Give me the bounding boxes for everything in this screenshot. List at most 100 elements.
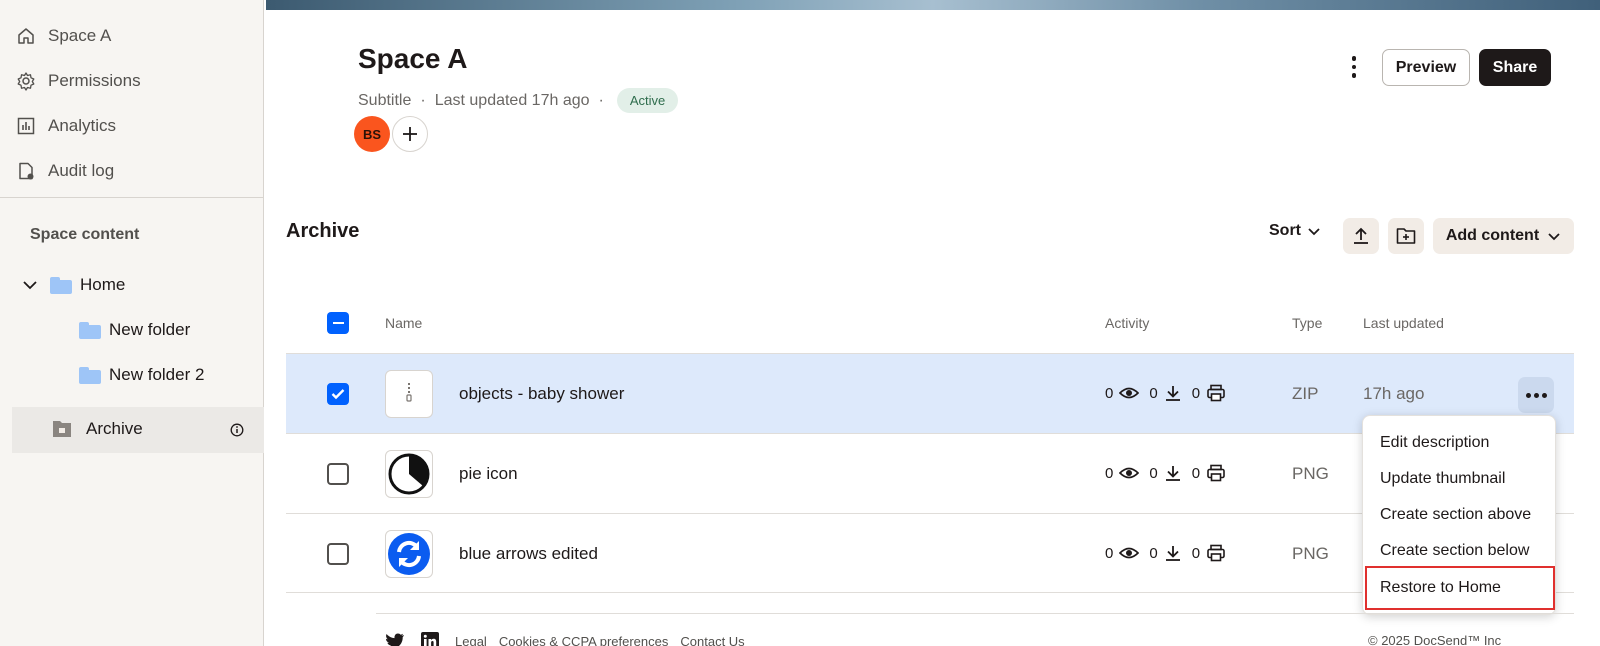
tree-item-label: Archive: [86, 419, 143, 438]
sidebar-item-label: Space A: [48, 26, 112, 45]
audit-log-icon: [16, 161, 36, 181]
column-header-activity: Activity: [1105, 315, 1150, 331]
avatar[interactable]: BS: [354, 116, 390, 152]
separator: ·: [598, 91, 604, 109]
prints-count: 0: [1191, 464, 1201, 482]
file-last-updated: 17h ago: [1363, 384, 1425, 403]
space-meta: Subtitle · Last updated 17h ago · Active: [358, 88, 679, 113]
preview-button[interactable]: Preview: [1382, 49, 1470, 86]
downloads-count: 0: [1149, 384, 1158, 402]
eye-icon: [1119, 546, 1140, 560]
file-thumbnail[interactable]: [385, 530, 433, 578]
eye-icon: [1119, 386, 1140, 400]
zip-file-icon: [397, 379, 421, 409]
separator: ·: [420, 91, 426, 109]
folder-icon: [50, 276, 72, 294]
share-button[interactable]: Share: [1479, 49, 1551, 86]
sidebar: Space A Permissions Analytics Audit log …: [0, 0, 264, 646]
chevron-down-icon[interactable]: [22, 277, 38, 293]
activity-stats: 0 0 0: [1105, 544, 1236, 562]
sidebar-item-audit-log[interactable]: Audit log: [16, 159, 114, 183]
menu-item-create-section-above[interactable]: Create section above: [1363, 497, 1557, 533]
row-checkbox[interactable]: [327, 543, 349, 565]
twitter-icon[interactable]: [385, 633, 405, 646]
column-header-type[interactable]: Type: [1292, 315, 1322, 331]
sidebar-item-analytics[interactable]: Analytics: [16, 114, 116, 138]
footer-link-contact[interactable]: Contact Us: [680, 634, 744, 646]
file-name[interactable]: objects - baby shower: [459, 384, 624, 404]
download-icon: [1164, 464, 1182, 482]
sort-label: Sort: [1269, 222, 1301, 239]
menu-item-edit-description[interactable]: Edit description: [1363, 425, 1557, 461]
more-options-icon[interactable]: [1342, 52, 1366, 82]
space-subtitle: Subtitle: [358, 91, 412, 109]
views-count: 0: [1105, 544, 1114, 562]
activity-stats: 0 0 0: [1105, 384, 1236, 402]
row-checkbox[interactable]: [327, 383, 349, 405]
menu-item-update-thumbnail[interactable]: Update thumbnail: [1363, 461, 1557, 497]
sort-button[interactable]: Sort: [1269, 222, 1321, 240]
file-name[interactable]: blue arrows edited: [459, 544, 598, 564]
upload-button[interactable]: [1343, 218, 1379, 254]
footer-link-cookies[interactable]: Cookies & CCPA preferences: [499, 634, 669, 646]
print-icon: [1206, 464, 1226, 482]
column-header-name[interactable]: Name: [385, 315, 422, 331]
upload-icon: [1351, 226, 1371, 246]
add-content-label: Add content: [1445, 227, 1540, 244]
section-title: Archive: [286, 220, 360, 242]
eye-icon: [1119, 466, 1140, 480]
linkedin-icon[interactable]: [421, 632, 439, 646]
sidebar-item-label: Analytics: [48, 116, 117, 135]
prints-count: 0: [1191, 544, 1201, 562]
print-icon: [1206, 544, 1226, 562]
activity-stats: 0 0 0: [1105, 464, 1236, 482]
archive-box-icon: [52, 420, 72, 438]
footer: Legal Cookies & CCPA preferences Contact…: [385, 632, 757, 646]
footer-link-legal[interactable]: Legal: [455, 634, 487, 646]
download-icon: [1164, 384, 1182, 402]
folder-icon: [79, 366, 101, 384]
pie-chart-icon: [387, 452, 431, 496]
refresh-arrows-icon: [387, 532, 431, 576]
print-icon: [1206, 384, 1226, 402]
tree-item-new-folder-2[interactable]: New folder 2: [79, 365, 204, 385]
sidebar-divider: [0, 197, 264, 198]
row-checkbox[interactable]: [327, 463, 349, 485]
tree-item-new-folder[interactable]: New folder: [79, 320, 190, 340]
views-count: 0: [1105, 384, 1114, 402]
info-icon[interactable]: [230, 423, 244, 437]
row-context-menu: Edit description Update thumbnail Create…: [1362, 415, 1556, 615]
copyright: © 2025 DocSend™ Inc: [1368, 633, 1502, 646]
new-folder-button[interactable]: [1388, 218, 1424, 254]
prints-count: 0: [1191, 384, 1201, 402]
tree-item-archive[interactable]: Archive: [52, 419, 143, 439]
sidebar-item-label: Audit log: [48, 161, 115, 180]
tree-item-label: New folder: [109, 320, 191, 339]
analytics-icon: [16, 116, 36, 136]
downloads-count: 0: [1149, 464, 1158, 482]
row-more-button[interactable]: [1518, 377, 1554, 413]
chevron-down-icon: [1547, 229, 1561, 243]
file-type: ZIP: [1292, 384, 1319, 403]
plus-icon: [401, 125, 419, 143]
tree-item-home[interactable]: Home: [22, 275, 125, 295]
file-name[interactable]: pie icon: [459, 464, 518, 484]
last-updated: Last updated 17h ago: [434, 91, 590, 109]
file-thumbnail[interactable]: [385, 370, 433, 418]
sidebar-item-label: Permissions: [48, 71, 141, 90]
add-member-button[interactable]: [392, 116, 428, 152]
page-title: Space A: [358, 43, 468, 74]
add-content-button[interactable]: Add content: [1433, 218, 1574, 254]
footer-divider: [376, 613, 1574, 614]
sidebar-item-permissions[interactable]: Permissions: [16, 69, 141, 93]
tree-item-label: Home: [80, 275, 126, 294]
column-header-last-updated[interactable]: Last updated: [1363, 315, 1444, 331]
sidebar-item-space-a[interactable]: Space A: [16, 24, 111, 48]
menu-item-restore-to-home[interactable]: Restore to Home: [1365, 566, 1555, 610]
space-content-heading: Space content: [30, 226, 140, 243]
new-folder-icon: [1396, 227, 1416, 245]
gear-icon: [16, 71, 36, 91]
select-all-checkbox[interactable]: [327, 312, 349, 334]
file-thumbnail[interactable]: [385, 450, 433, 498]
menu-item-create-section-below[interactable]: Create section below: [1363, 533, 1557, 569]
